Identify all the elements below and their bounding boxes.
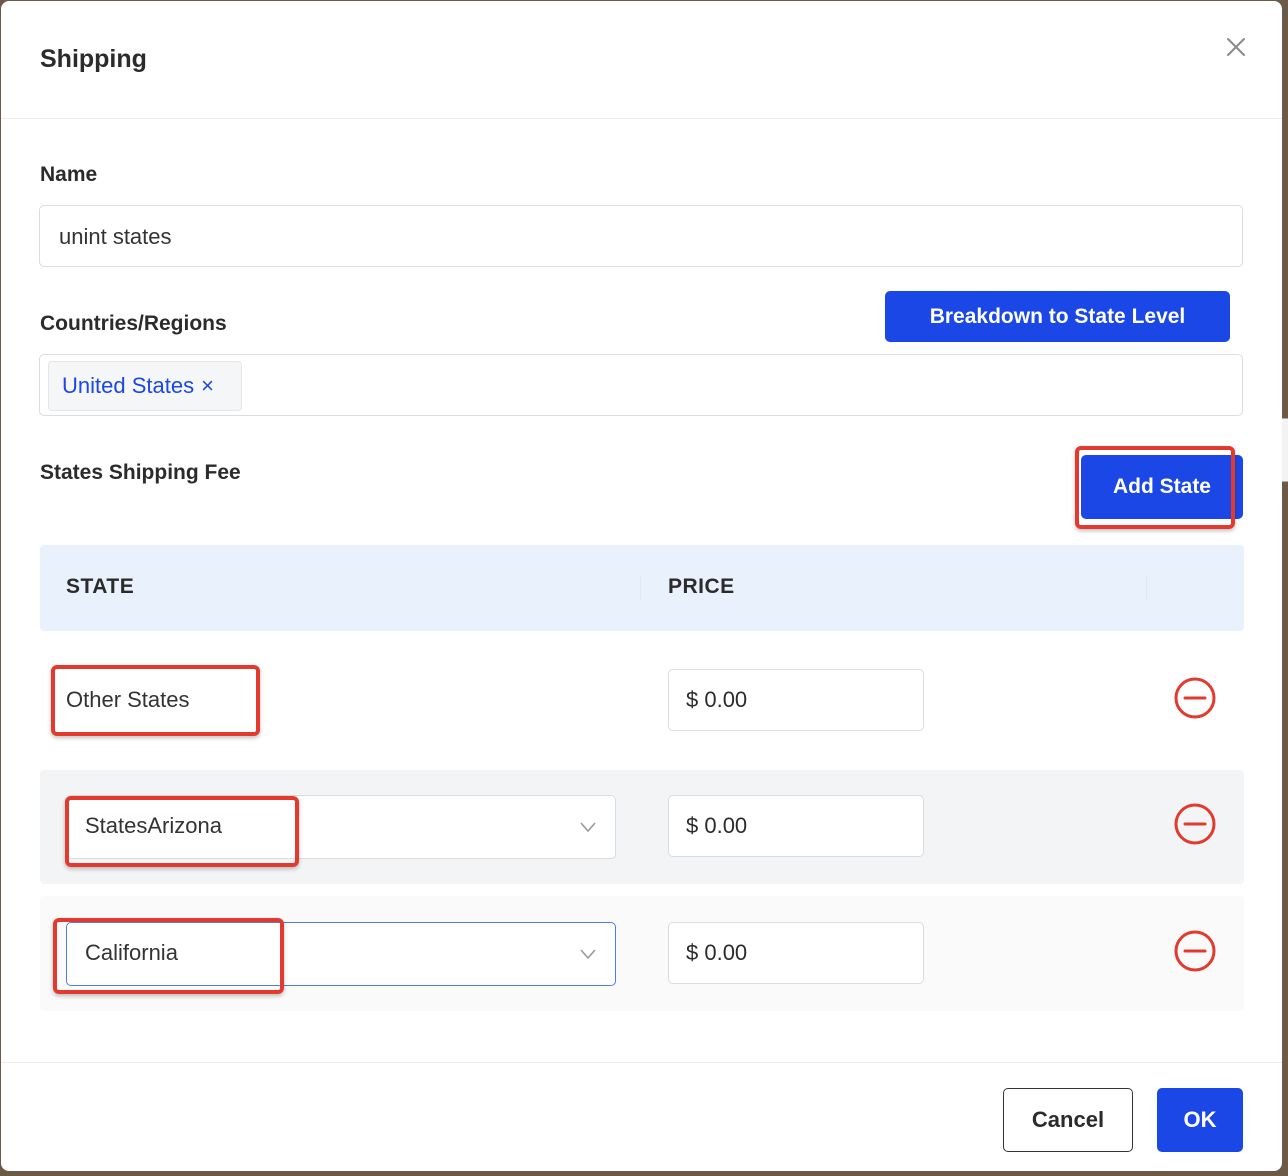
close-icon[interactable] (1223, 34, 1249, 60)
name-input[interactable]: unint states (39, 205, 1243, 267)
price-value: $ 0.00 (686, 687, 748, 712)
annotation-highlight (51, 665, 260, 736)
price-value: $ 0.00 (686, 813, 748, 838)
country-tag-label: United States (62, 373, 195, 398)
column-header-state: STATE (66, 575, 135, 598)
column-divider (1146, 575, 1147, 601)
annotation-highlight (53, 918, 284, 994)
price-input[interactable]: $ 0.00 (668, 795, 924, 857)
states-shipping-fee-label: States Shipping Fee (40, 461, 241, 484)
tag-remove-icon[interactable]: × (201, 373, 214, 399)
cancel-button[interactable]: Cancel (1003, 1088, 1133, 1152)
chevron-down-icon (580, 822, 596, 833)
name-label: Name (40, 163, 98, 186)
table-header: STATE PRICE (40, 545, 1244, 631)
annotation-highlight (1075, 446, 1235, 529)
name-input-value: unint states (59, 224, 172, 249)
remove-row-icon[interactable] (1172, 928, 1218, 974)
remove-row-icon[interactable] (1172, 675, 1218, 721)
price-input[interactable]: $ 0.00 (668, 669, 924, 731)
breakdown-to-state-level-button[interactable]: Breakdown to State Level (885, 291, 1230, 342)
background-page-fragment (1282, 418, 1288, 482)
countries-regions-label: Countries/Regions (40, 312, 227, 335)
column-divider (640, 575, 641, 601)
price-input[interactable]: $ 0.00 (668, 922, 924, 984)
country-tag-united-states: United States × (48, 361, 242, 411)
modal-title: Shipping (40, 45, 147, 73)
modal-header: Shipping (1, 1, 1282, 119)
annotation-highlight (65, 796, 299, 867)
column-header-price: PRICE (668, 575, 735, 598)
price-value: $ 0.00 (686, 940, 748, 965)
remove-row-icon[interactable] (1172, 801, 1218, 847)
shipping-modal: Shipping Name unint states Countries/Reg… (1, 1, 1282, 1171)
ok-button[interactable]: OK (1157, 1088, 1243, 1152)
chevron-down-icon (580, 949, 596, 960)
